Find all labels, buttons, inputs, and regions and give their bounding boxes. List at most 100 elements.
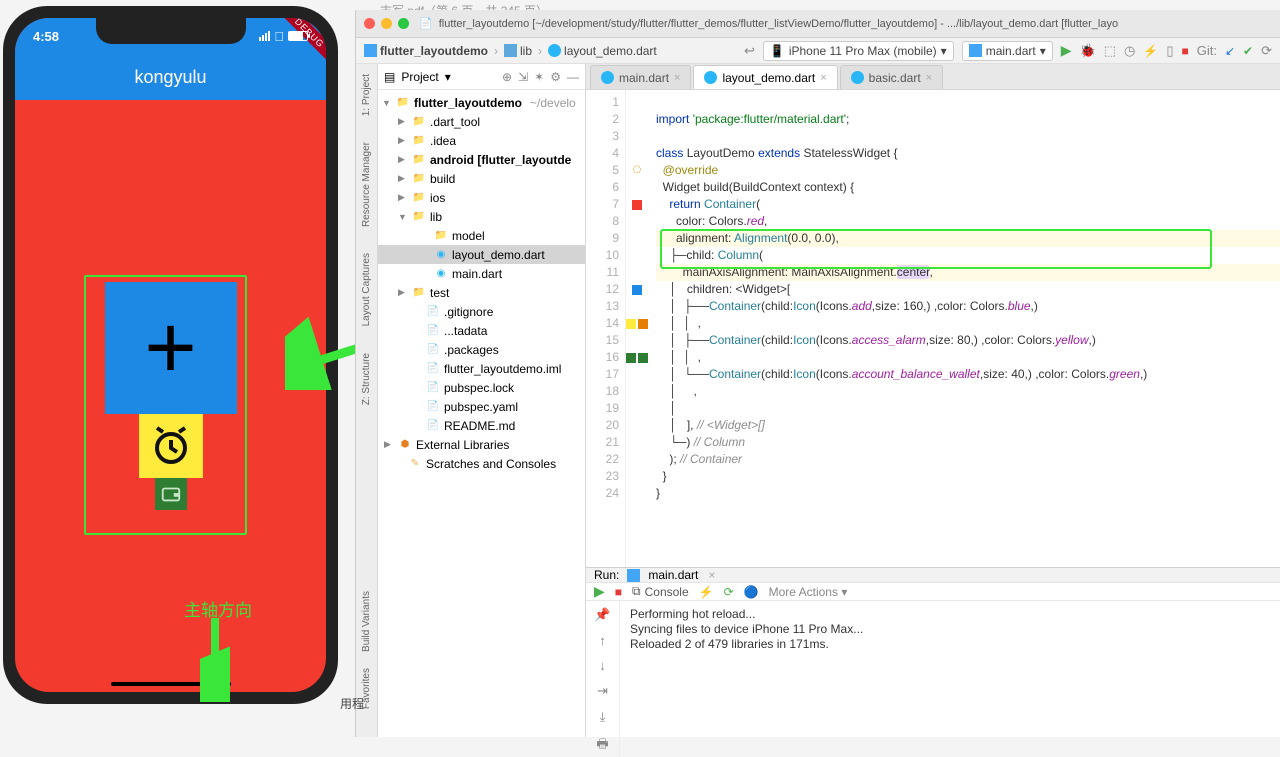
project-panel: ▤ Project ▾ ⊕ ⇲ ✶ ⚙ — ▼📁flutter_layoutde… bbox=[378, 64, 586, 737]
tab-build-variants[interactable]: Build Variants bbox=[361, 591, 372, 652]
more-actions[interactable]: More Actions ▾ bbox=[769, 585, 848, 599]
app-bar-title: kongyulu bbox=[15, 54, 326, 100]
wifi-icon: 󰤨 bbox=[274, 29, 284, 44]
tab-resource-manager[interactable]: Resource Manager bbox=[359, 138, 374, 231]
status-time: 4:58 bbox=[33, 29, 59, 44]
tree-item: 📄...tadata bbox=[378, 321, 585, 340]
crumb-project[interactable]: flutter_layoutdemo bbox=[364, 44, 488, 58]
tree-item: 📄.packages bbox=[378, 340, 585, 359]
project-tree[interactable]: ▼📁flutter_layoutdemo~/develo ▶📁.dart_too… bbox=[378, 90, 585, 737]
git-history-icon[interactable]: ⟳ bbox=[1261, 43, 1272, 59]
hide-panel-icon[interactable]: — bbox=[567, 70, 579, 84]
tree-item: ▼📁lib bbox=[378, 207, 585, 226]
tab-layout-captures[interactable]: Layout Captures bbox=[359, 249, 374, 330]
run-side-tools: 📌 ↑ ↓ ⇥ ⤓ 🖶 bbox=[586, 601, 620, 757]
axis-direction-label: 主轴方向 bbox=[184, 596, 252, 621]
wrap-icon[interactable]: ⇥ bbox=[597, 683, 608, 699]
tree-item: 📄.gitignore bbox=[378, 302, 585, 321]
coverage-button[interactable]: ⬚ bbox=[1104, 43, 1116, 59]
tree-item: 📁model bbox=[378, 226, 585, 245]
pin-icon[interactable]: 📌 bbox=[594, 607, 610, 623]
gutter-icons: ⎔ bbox=[626, 90, 648, 567]
code-content[interactable]: import import 'package:flutter/material.… bbox=[648, 90, 1280, 567]
debug-button[interactable]: 🐞 bbox=[1080, 43, 1096, 59]
run-toolbar-row: ▶ ■ ⧉ Console ⚡ ⟳ 🔵 More Actions ▾ bbox=[586, 583, 1280, 601]
tree-item: ▶⬢External Libraries bbox=[378, 435, 585, 454]
run-hot-restart[interactable]: ⟳ bbox=[724, 585, 734, 599]
project-panel-title[interactable]: Project bbox=[401, 70, 438, 84]
title-doc-icon: 📄 bbox=[419, 17, 433, 30]
line-gutter: 123456789101112131415161718192021222324 bbox=[586, 90, 626, 567]
run-hot-reload[interactable]: ⚡ bbox=[699, 585, 714, 599]
tree-item: ▶📁ios bbox=[378, 188, 585, 207]
hot-reload-button[interactable]: ⚡ bbox=[1143, 44, 1158, 58]
tree-item: 📄pubspec.lock bbox=[378, 378, 585, 397]
stop-button[interactable]: ■ bbox=[1181, 44, 1188, 58]
run-toolbar: ↩ 📱 iPhone 11 Pro Max (mobile) ▾ main.da… bbox=[744, 41, 1272, 61]
git-label: Git: bbox=[1197, 43, 1217, 58]
close-icon[interactable]: × bbox=[926, 72, 932, 84]
notch bbox=[96, 18, 246, 44]
tab-main[interactable]: main.dart× bbox=[590, 65, 691, 89]
crumb-file[interactable]: layout_demo.dart bbox=[548, 44, 657, 58]
device-selector[interactable]: 📱 iPhone 11 Pro Max (mobile) ▾ bbox=[763, 41, 954, 61]
project-panel-header: ▤ Project ▾ ⊕ ⇲ ✶ ⚙ — bbox=[378, 64, 585, 90]
home-indicator bbox=[111, 682, 231, 686]
up-icon[interactable]: ↑ bbox=[599, 633, 606, 648]
tab-project[interactable]: 1: Project bbox=[359, 70, 374, 120]
tab-basic[interactable]: basic.dart× bbox=[840, 65, 943, 89]
code-editor[interactable]: 123456789101112131415161718192021222324 … bbox=[586, 90, 1280, 567]
close-icon[interactable]: × bbox=[674, 72, 680, 84]
console-tab[interactable]: ⧉ Console bbox=[632, 584, 689, 599]
tree-item: ▶📁android [flutter_layoutde bbox=[378, 150, 585, 169]
scroll-icon[interactable]: ⤓ bbox=[600, 709, 606, 725]
tree-item: ▶📁.dart_tool bbox=[378, 112, 585, 131]
signal-icon bbox=[259, 31, 270, 41]
project-view-icon[interactable]: ▤ bbox=[384, 70, 395, 84]
tree-item: ▶📁build bbox=[378, 169, 585, 188]
tree-item-selected: ◉layout_demo.dart bbox=[378, 245, 585, 264]
run-panel: Run: main.dart × ▶ ■ ⧉ Console ⚡ ⟳ 🔵 Mor… bbox=[586, 567, 1280, 737]
git-commit-icon[interactable]: ✔ bbox=[1243, 44, 1253, 58]
settings-icon[interactable]: ⚙ bbox=[550, 70, 561, 84]
tree-root: ▼📁flutter_layoutdemo~/develo bbox=[378, 93, 585, 112]
nav-back-icon[interactable]: ↩ bbox=[744, 43, 755, 59]
battery-icon bbox=[288, 31, 308, 41]
traffic-lights[interactable] bbox=[364, 18, 409, 29]
run-config-selector[interactable]: main.dart ▾ bbox=[962, 41, 1053, 61]
run-stop-button[interactable]: ■ bbox=[615, 585, 622, 599]
editor-area: main.dart× layout_demo.dart× basic.dart×… bbox=[586, 64, 1280, 737]
tree-item: ✎Scratches and Consoles bbox=[378, 454, 585, 473]
locate-icon[interactable]: ⊕ bbox=[502, 70, 512, 84]
breadcrumb-bar: flutter_layoutdemo › lib › layout_demo.d… bbox=[356, 38, 1280, 64]
down-icon[interactable]: ↓ bbox=[599, 658, 606, 673]
profile-button[interactable]: ◷ bbox=[1124, 43, 1135, 59]
console-output[interactable]: Performing hot reload... Syncing files t… bbox=[620, 601, 1280, 757]
ide-window: 📄 flutter_layoutdemo [~/development/stud… bbox=[355, 10, 1280, 737]
collapse-icon[interactable]: ✶ bbox=[534, 70, 544, 84]
tab-layout-demo[interactable]: layout_demo.dart× bbox=[693, 65, 837, 89]
tree-item: 📄pubspec.yaml bbox=[378, 397, 585, 416]
attach-button[interactable]: ▯ bbox=[1166, 43, 1173, 59]
chinese-footer: 用程 bbox=[340, 695, 364, 712]
left-tool-strip-bottom: Build Variants Favorites bbox=[356, 585, 378, 737]
expand-icon[interactable]: ⇲ bbox=[518, 70, 528, 84]
tree-item: ▶📁.idea bbox=[378, 131, 585, 150]
tab-structure[interactable]: Z: Structure bbox=[359, 349, 374, 409]
tree-item: 📄README.md bbox=[378, 416, 585, 435]
title-path: flutter_layoutdemo [~/development/study/… bbox=[439, 18, 1118, 30]
open-devtools[interactable]: 🔵 bbox=[744, 585, 759, 599]
ide-titlebar: 📄 flutter_layoutdemo [~/development/stud… bbox=[356, 10, 1280, 38]
git-update-icon[interactable]: ↙ bbox=[1225, 44, 1235, 58]
close-icon[interactable]: × bbox=[820, 72, 826, 84]
close-run-tab[interactable]: × bbox=[708, 568, 715, 582]
code-annotation-box bbox=[660, 229, 1212, 269]
print-icon[interactable]: 🖶 bbox=[596, 735, 608, 757]
rerun-button[interactable]: ▶ bbox=[594, 583, 605, 600]
editor-tabs: main.dart× layout_demo.dart× basic.dart× bbox=[586, 64, 1280, 90]
tree-item: ▶📁test bbox=[378, 283, 585, 302]
annotation-box bbox=[84, 275, 247, 535]
run-button[interactable]: ▶ bbox=[1061, 42, 1072, 59]
crumb-lib[interactable]: lib bbox=[504, 44, 532, 58]
run-header: Run: main.dart × bbox=[586, 568, 1280, 583]
